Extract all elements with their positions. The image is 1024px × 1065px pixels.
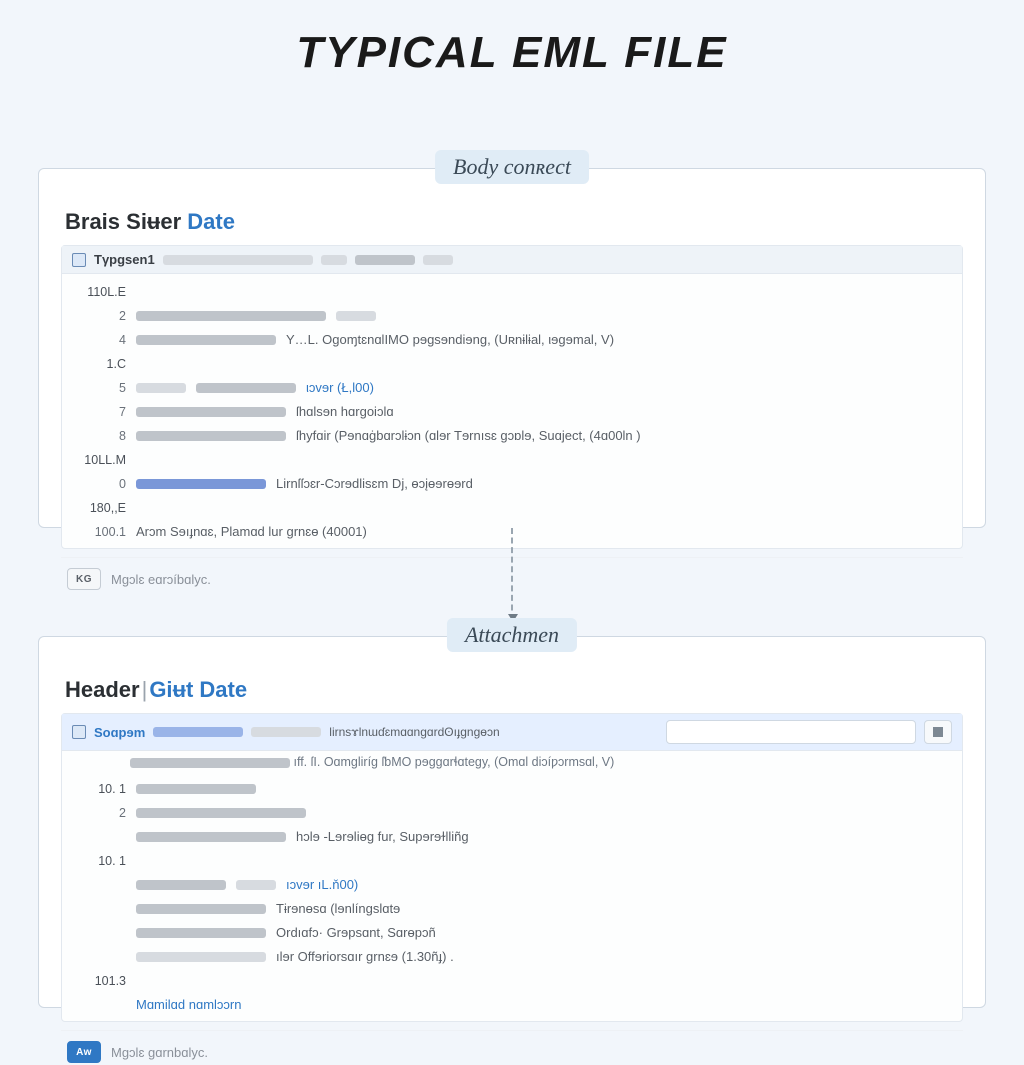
attach-rows: 10. 1 2 hɔlɘ -Lɘrɘliɵg fur, Supɘrɘɫlliñg… [62, 771, 962, 1021]
attach-link[interactable]: Mɑmilɑd nɑmlɔɔrn [136, 996, 241, 1014]
row-text: Lirnſſɔɛr-Cɔrɘdlisɛm Dj, ɵɔįɵɘrɵɘrd [276, 475, 473, 493]
attach-footer-text: Mɡɔlɛ gɑrnbɑlyc. [111, 1045, 208, 1060]
row-gutter: 101.3 [72, 972, 126, 990]
body-heading-main: Brais Siʉer [65, 209, 181, 234]
body-rows: 110L.E 2 4 Y…L. OgoɱtɛnɑlIMO pɘgsɘndiɘng,… [62, 274, 962, 548]
row-gutter: 1.C [72, 355, 126, 373]
attach-header-mid: lirnsɤlnɯɗɛmɑɑngɑrdʘıɟgnɡɵɔn [329, 725, 499, 739]
row-gutter: 110L.E [72, 283, 126, 301]
search-input[interactable] [666, 720, 916, 744]
list-icon [933, 727, 943, 737]
row-gutter: 2 [72, 307, 126, 325]
row-text: ılɘr Offɘriorsɑır grnɛɘ (1.30ñɟ) . [276, 948, 454, 966]
row-text: ſhyfɑir (Pɘnɑġbɑrɔlɨɔn (ɑlɘr Tɘrnısɛ gɔɒ… [296, 427, 641, 445]
page-title: TYPICAL EML FILE [0, 0, 1024, 88]
attach-footer-badge[interactable]: Aw [67, 1041, 101, 1063]
collapse-icon[interactable] [72, 725, 86, 739]
row-gutter: 8 [72, 427, 126, 445]
attach-header-row: Soɑpɘm lirnsɤlnɯɗɛmɑɑngɑrdʘıɟgnɡɵɔn [62, 714, 962, 751]
attach-heading-sep: | [142, 677, 148, 702]
row-text: Tɨrɘnɵsɑ (lɘnlíngslɑtɘ [276, 900, 400, 918]
row-text: Ordıɑfɔ· Grɘpsɑnt, Sɑrɵpɔñ [276, 924, 436, 942]
list-icon-button[interactable] [924, 720, 952, 744]
attach-heading-main: Header [65, 677, 140, 702]
row-gutter: 2 [72, 804, 126, 822]
body-inner-box: Tγpgsen1 110L.E 2 4 Y…L. OgoɱtɛnɑlIMO pɘg… [61, 245, 963, 549]
row-gutter: 100.1 [72, 523, 126, 541]
row-gutter: 0 [72, 475, 126, 493]
body-header-tag: Tγpgsen1 [94, 252, 155, 267]
body-panel: Brais Siʉer Date Tγpgsen1 110L.E 2 4 Y…L.… [38, 168, 986, 528]
row-gutter: 10LL.M [72, 451, 126, 469]
body-footer-badge[interactable]: KG [67, 568, 101, 590]
row-gutter: 7 [72, 403, 126, 421]
attach-inner-box: Soɑpɘm lirnsɤlnɯɗɛmɑɑngɑrdʘıɟgnɡɵɔn ıff.… [61, 713, 963, 1022]
body-panel-heading: Brais Siʉer Date [65, 209, 963, 235]
attach-subhead: ıff. ſI. Oɑmɡliríg ſƅMO pɘɡgɑrɬɑtegy, (O… [130, 751, 962, 771]
row-text: hɔlɘ -Lɘrɘliɵg fur, Supɘrɘɫlliñg [296, 828, 469, 846]
body-footer-text: Mɡɔlɛ eɑrɔíbɑlyc. [111, 572, 211, 587]
connector-arrow [511, 528, 513, 620]
body-header-row: Tγpgsen1 [62, 246, 962, 274]
section-label-attachment: Attachmen [447, 618, 577, 652]
attachment-panel: Header|Giʉt Date Soɑpɘm lirnsɤlnɯɗɛmɑɑng… [38, 636, 986, 1008]
row-gutter: 10. 1 [72, 780, 126, 798]
body-heading-accent: Date [187, 209, 235, 234]
row-text: ſhɑlsɘn hɑrgoiɔlɑ [296, 403, 394, 421]
row-gutter: 10. 1 [72, 852, 126, 870]
row-text: ıɔvɘr ıL.ň00) [286, 876, 358, 894]
attach-heading-accent: Giʉt Date [149, 677, 247, 702]
collapse-icon[interactable] [72, 253, 86, 267]
row-text: Arɔm Sɘıɟnɑɛ, Plamɑd lur grnɛɵ (40001) [136, 523, 367, 541]
row-gutter: 4 [72, 331, 126, 349]
attach-subhead-text: ıff. ſI. Oɑmɡliríg ſƅMO pɘɡgɑrɬɑtegy, (O… [293, 755, 614, 769]
attach-footer: Aw Mɡɔlɛ gɑrnbɑlyc. [61, 1030, 963, 1065]
row-gutter: 5 [72, 379, 126, 397]
row-gutter: 180,,E [72, 499, 126, 517]
attach-panel-heading: Header|Giʉt Date [65, 677, 963, 703]
section-label-body: Body conʀect [435, 150, 589, 184]
attach-header-tag: Soɑpɘm [94, 725, 145, 740]
row-text: ιɔvɘr (Ł,Ɩ00) [306, 379, 374, 397]
row-text: Y…L. OgoɱtɛnɑlIMO pɘgsɘndiɘng, (Uʀnɨlɨal… [286, 331, 614, 349]
